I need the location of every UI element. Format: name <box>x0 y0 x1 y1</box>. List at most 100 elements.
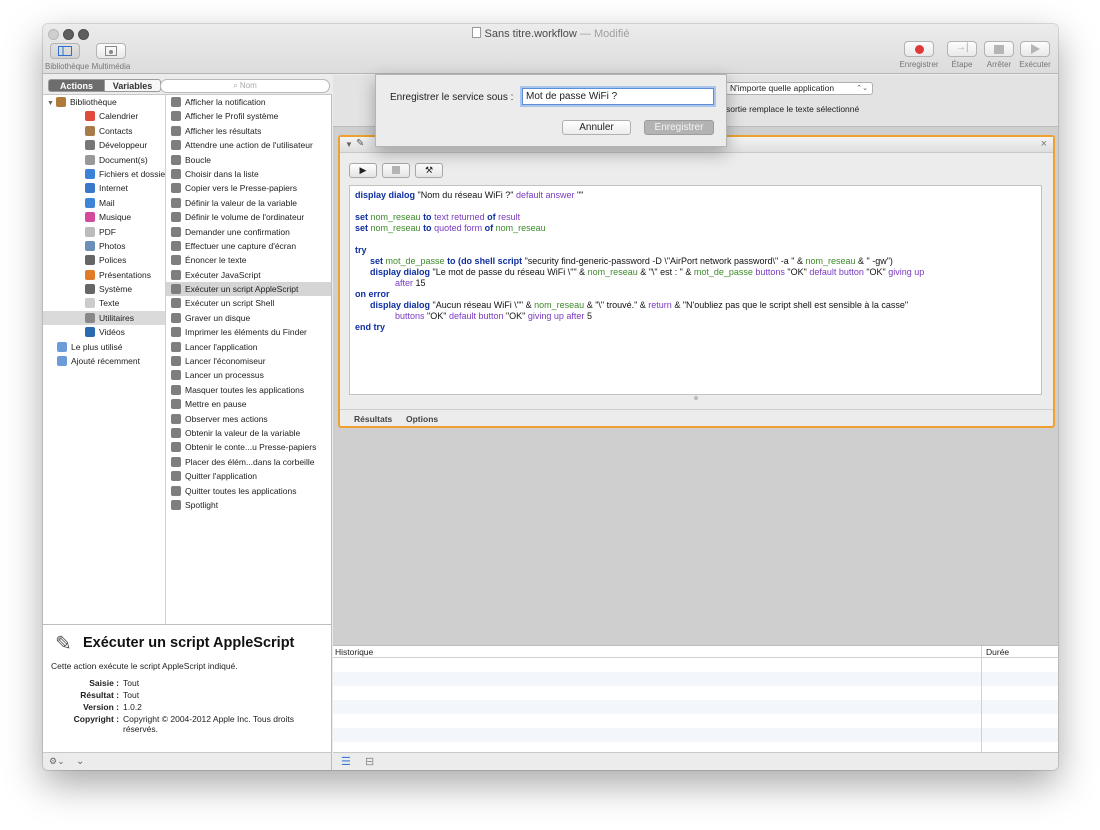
tab-results[interactable]: Résultats <box>354 414 392 424</box>
category-item[interactable]: Système <box>43 282 165 296</box>
category-item[interactable]: Photos <box>43 239 165 253</box>
action-item[interactable]: Exécuter JavaScript <box>166 268 331 282</box>
code-token: to <box>420 223 435 233</box>
record-button[interactable]: Enregistrer <box>896 41 942 69</box>
tab-variables[interactable]: Variables <box>105 79 161 92</box>
step-button[interactable]: →| Étape <box>943 41 981 69</box>
category-label: Texte <box>99 298 120 309</box>
category-item[interactable]: Polices <box>43 253 165 267</box>
action-item[interactable]: Afficher la notification <box>166 95 331 109</box>
tab-actions[interactable]: Actions <box>48 79 105 92</box>
action-item[interactable]: Demander une confirmation <box>166 225 331 239</box>
history-column-header[interactable]: Historique <box>335 647 373 657</box>
history-row <box>333 714 1058 728</box>
action-item[interactable]: Quitter l'application <box>166 469 331 483</box>
action-item[interactable]: Mettre en pause <box>166 397 331 411</box>
category-item[interactable]: Internet <box>43 181 165 195</box>
category-item[interactable]: Document(s) <box>43 153 165 167</box>
run-button[interactable]: Exécuter <box>1015 41 1055 69</box>
action-item[interactable]: Choisir dans la liste <box>166 167 331 181</box>
category-item[interactable]: Contacts <box>43 124 165 138</box>
action-icon <box>171 427 181 438</box>
action-label: Afficher la notification <box>185 97 266 107</box>
category-item[interactable]: PDF <box>43 225 165 239</box>
split-view-icon[interactable]: ⊟ <box>365 755 374 768</box>
action-item[interactable]: Afficher le Profil système <box>166 109 331 123</box>
library-bottom-bar: ⚙⌄ ⌄ <box>43 752 332 770</box>
category-item[interactable]: ▼ Bibliothèque <box>43 95 165 109</box>
action-item[interactable]: Attendre une action de l'utilisateur <box>166 138 331 152</box>
category-item[interactable]: Le plus utilisé <box>43 340 165 354</box>
collapse-description-icon[interactable]: ⌄ <box>76 756 84 767</box>
action-item[interactable]: Obtenir la valeur de la variable <box>166 426 331 440</box>
category-item[interactable]: Mail <box>43 196 165 210</box>
action-label: Copier vers le Presse-papiers <box>185 183 297 194</box>
action-item[interactable]: Définir le volume de l'ordinateur <box>166 210 331 224</box>
resize-handle[interactable] <box>694 396 698 400</box>
save-button[interactable]: Enregistrer <box>644 120 714 135</box>
action-icon <box>171 341 181 352</box>
action-item[interactable]: Lancer l'économiseur <box>166 354 331 368</box>
cancel-button[interactable]: Annuler <box>562 120 631 135</box>
tab-options[interactable]: Options <box>406 414 438 424</box>
library-button[interactable]: Bibliothèque <box>45 43 89 71</box>
action-item[interactable]: Quitter toutes les applications <box>166 484 331 498</box>
action-item[interactable]: Lancer un processus <box>166 368 331 382</box>
category-item[interactable]: Présentations <box>43 268 165 282</box>
action-item[interactable]: Afficher les résultats <box>166 124 331 138</box>
step-label: Étape <box>951 60 973 69</box>
code-token: of <box>482 223 496 233</box>
list-view-icon[interactable]: ☰ <box>341 755 351 768</box>
category-item[interactable]: Ajouté récemment <box>43 354 165 368</box>
action-item[interactable]: Effectuer une capture d'écran <box>166 239 331 253</box>
action-item[interactable]: Obtenir le conte...u Presse-papiers <box>166 440 331 454</box>
action-item[interactable]: Placer des élém...dans la corbeille <box>166 455 331 469</box>
action-item[interactable]: Spotlight <box>166 498 331 512</box>
category-item[interactable]: Utilitaires <box>43 310 165 326</box>
category-item[interactable]: Vidéos <box>43 325 165 339</box>
gear-icon[interactable]: ⚙⌄ <box>49 756 65 767</box>
stop-button[interactable]: Arrêter <box>980 41 1018 69</box>
stop-script-button[interactable] <box>382 163 410 178</box>
category-item[interactable]: Fichiers et dossiers <box>43 167 165 181</box>
service-name-field[interactable]: Mot de passe WiFi ? <box>522 88 714 105</box>
category-item[interactable]: Musique <box>43 210 165 224</box>
action-item[interactable]: Copier vers le Presse-papiers <box>166 181 331 195</box>
meta-key: Résultat : <box>80 690 119 700</box>
library-icon <box>55 97 66 107</box>
category-item[interactable]: Calendrier <box>43 109 165 123</box>
applescript-icon: ✎ <box>356 138 365 149</box>
code-token: return <box>648 300 672 310</box>
category-item[interactable]: Développeur <box>43 138 165 152</box>
script-editor[interactable]: display dialog "Nom du réseau WiFi ?" de… <box>349 185 1042 395</box>
compile-button[interactable]: ⚒ <box>415 163 443 178</box>
applescript-action-card[interactable]: ▼ ✎ × ▶ ⚒ display dialog "Nom du réseau … <box>338 135 1055 428</box>
action-item[interactable]: Masquer toutes les applications <box>166 383 331 397</box>
category-label: Mail <box>99 197 115 208</box>
code-token: "OK" <box>503 311 528 321</box>
action-item[interactable]: Exécuter un script Shell <box>166 296 331 310</box>
action-item[interactable]: Imprimer les éléments du Finder <box>166 325 331 339</box>
record-icon <box>904 41 934 57</box>
action-item[interactable]: Énoncer le texte <box>166 253 331 267</box>
action-item[interactable]: Exécuter un script AppleScript <box>166 282 331 297</box>
run-script-button[interactable]: ▶ <box>349 163 377 178</box>
action-item[interactable]: Boucle <box>166 153 331 167</box>
stop-label: Arrêter <box>986 60 1012 69</box>
search-input[interactable]: ⌕ Nom <box>160 79 330 93</box>
action-item[interactable]: Observer mes actions <box>166 412 331 426</box>
duration-column-header[interactable]: Durée <box>986 647 1009 657</box>
category-item[interactable]: Texte <box>43 296 165 310</box>
action-item[interactable]: Lancer l'application <box>166 340 331 354</box>
application-select[interactable]: N'importe quelle application ⌃⌄ <box>725 82 873 95</box>
action-item[interactable]: Graver un disque <box>166 311 331 325</box>
media-button[interactable]: Multimédia <box>91 43 131 71</box>
action-label: Demander une confirmation <box>185 226 290 237</box>
code-token: giving up <box>888 267 925 277</box>
disclosure-triangle-icon[interactable]: ▼ <box>345 140 353 149</box>
disclosure-triangle-icon[interactable]: ▼ <box>47 97 54 109</box>
close-icon[interactable]: × <box>1041 138 1047 150</box>
category-label: Ajouté récemment <box>71 356 140 367</box>
action-item[interactable]: Définir la valeur de la variable <box>166 196 331 210</box>
code-token: mot_de_passe <box>693 267 753 277</box>
